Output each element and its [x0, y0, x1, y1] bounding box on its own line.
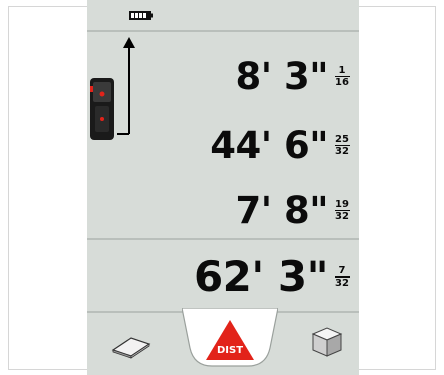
- measurement-row: 7' 8" 19 32: [236, 192, 350, 229]
- measurement-row: 8' 3" 1 16: [236, 58, 350, 95]
- total-value: 62' 3": [193, 252, 329, 301]
- status-divider: [87, 30, 359, 32]
- measurement-fraction: 1 16: [334, 64, 350, 89]
- battery-full-icon: [129, 11, 153, 20]
- measurement-fraction: 25 32: [334, 133, 350, 158]
- measurement-value: 8' 3": [235, 55, 329, 98]
- device-screen: 8' 3" 1 16 44' 6" 25 32 7' 8" 19 32 62' …: [87, 0, 359, 375]
- measurement-value: 7' 8": [235, 189, 329, 232]
- tab-distance[interactable]: [182, 308, 278, 368]
- measurement-fraction: 19 32: [334, 198, 350, 223]
- total-divider: [87, 238, 359, 240]
- measurement-row: 44' 6" 25 32: [210, 127, 350, 164]
- measurement-value: 44' 6": [210, 124, 328, 167]
- volume-icon[interactable]: [307, 322, 347, 362]
- tab-distance-label: DIST: [217, 345, 244, 356]
- area-icon[interactable]: [109, 330, 153, 360]
- laser-device-icon: [90, 37, 135, 140]
- total-row: 62' 3" 7 32: [194, 256, 350, 298]
- total-fraction: 7 32: [334, 265, 350, 289]
